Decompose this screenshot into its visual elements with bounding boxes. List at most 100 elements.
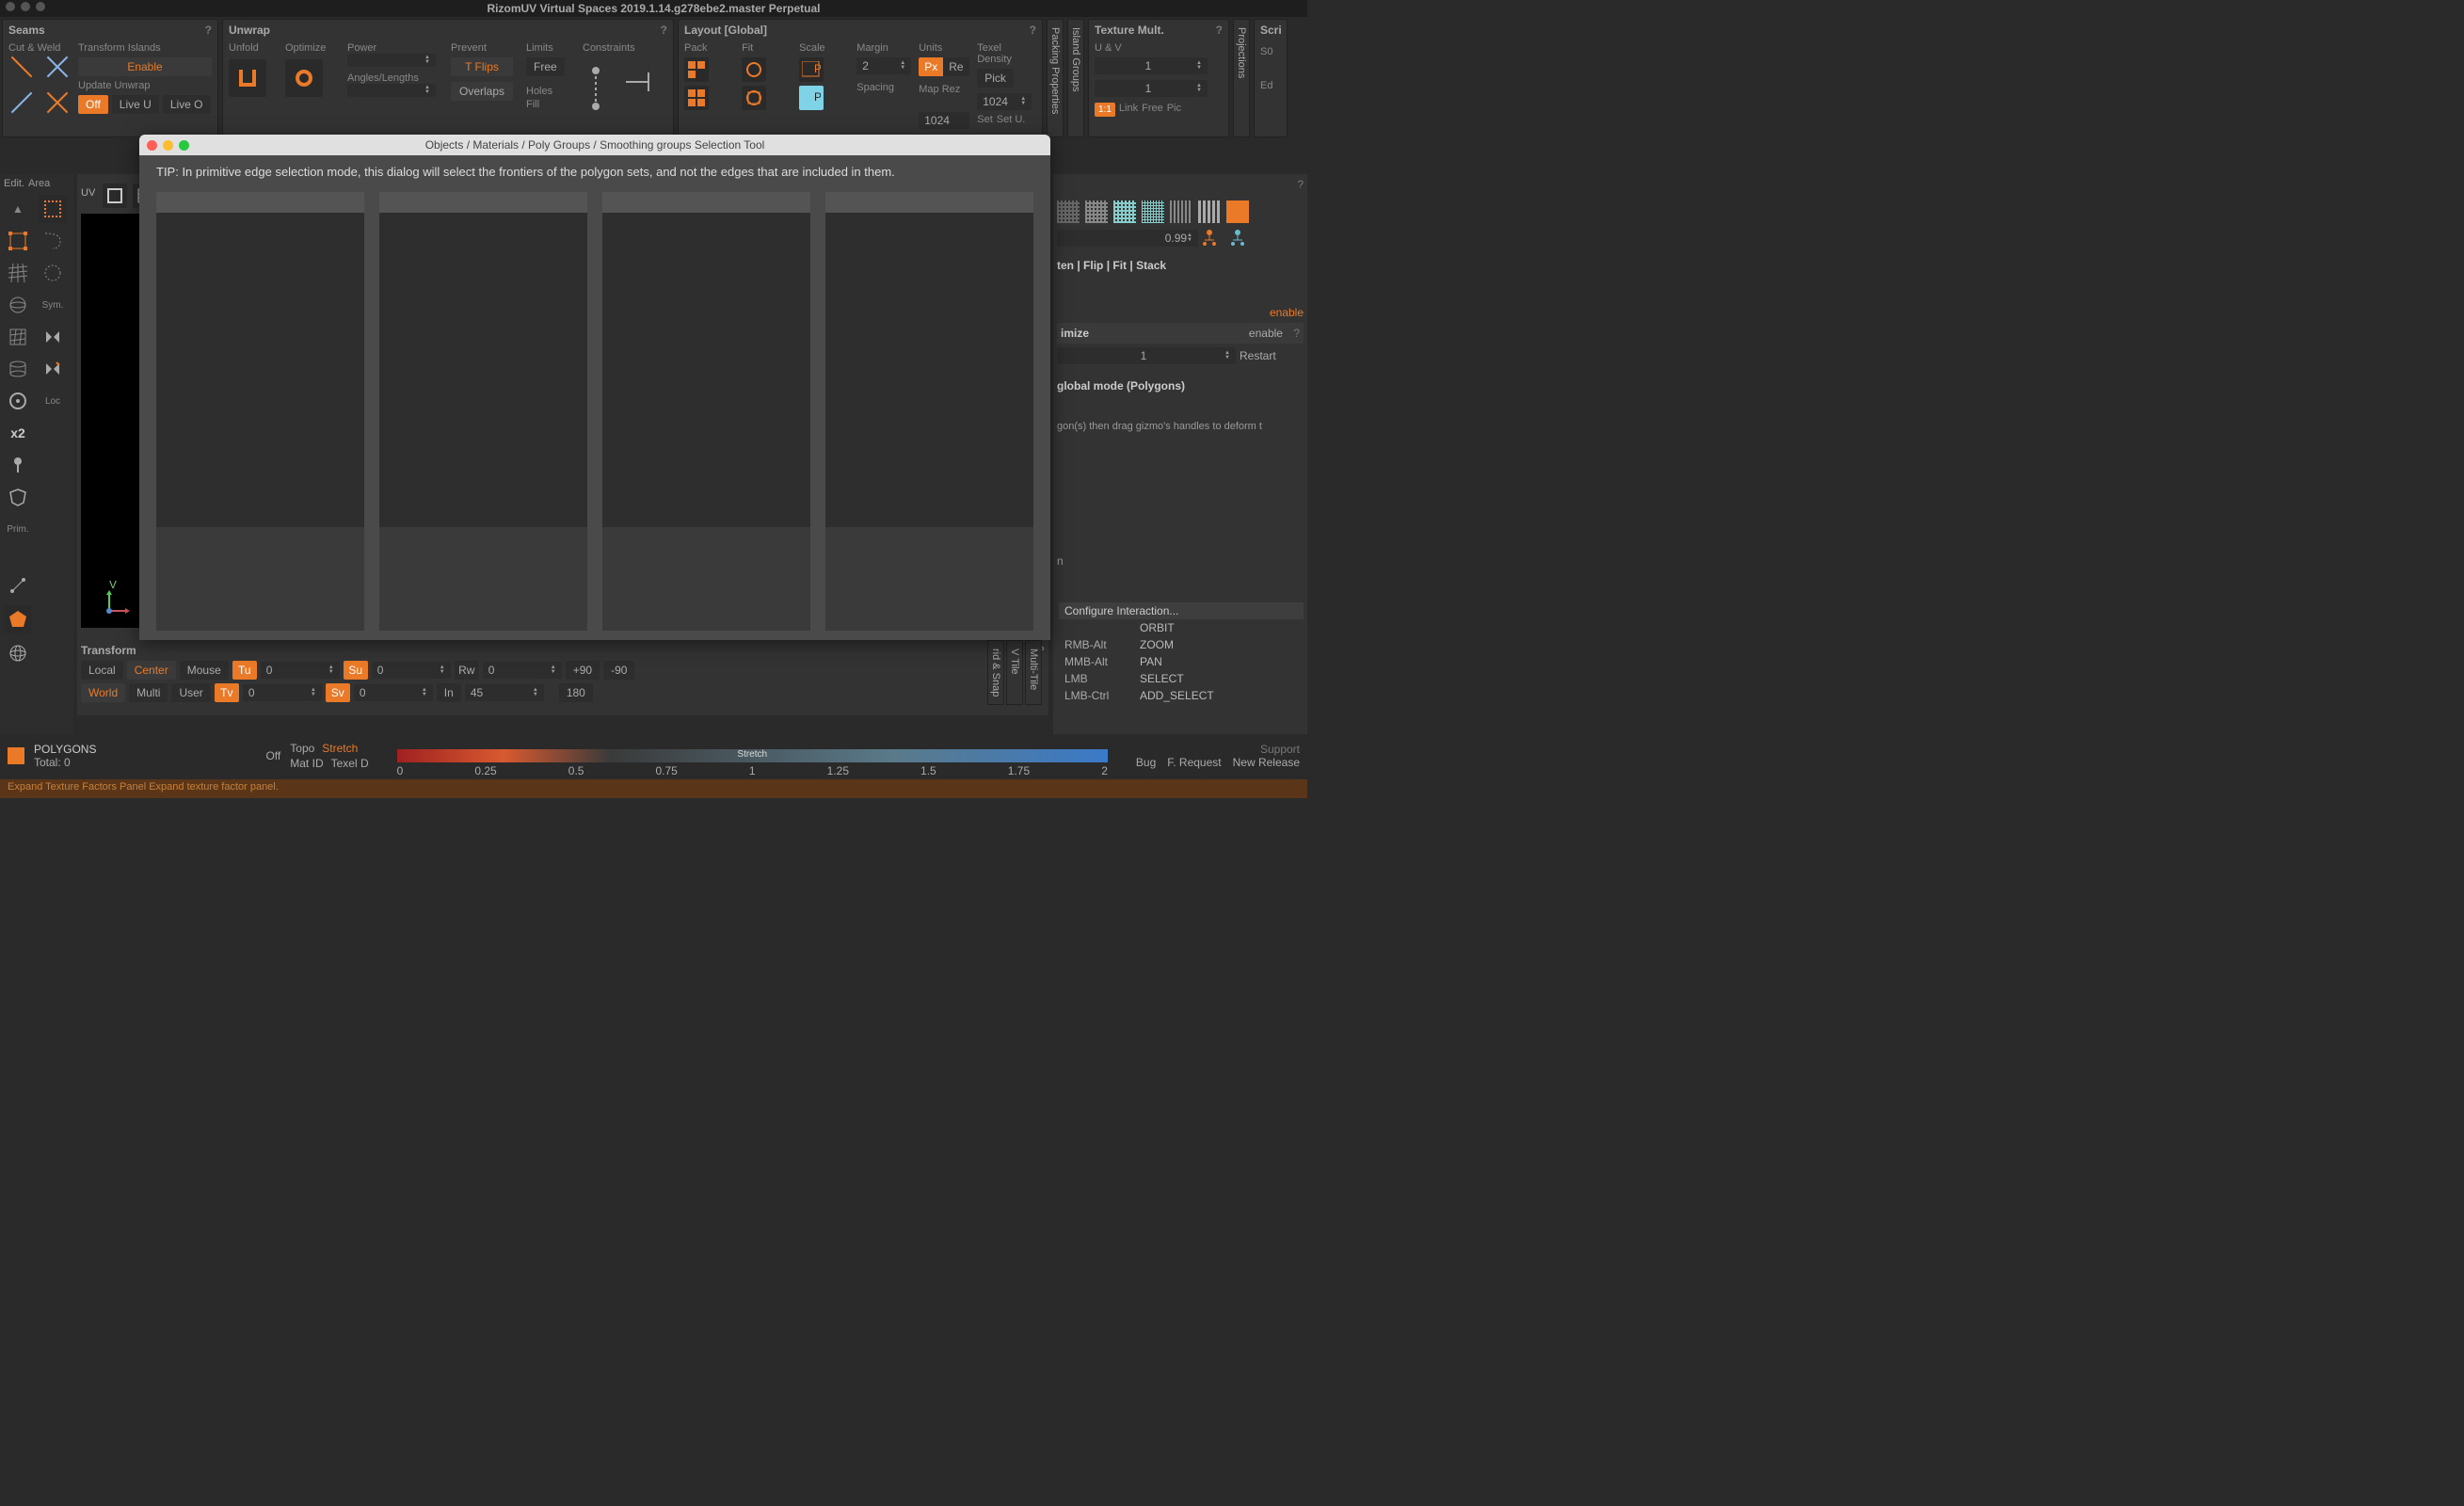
pack-icon-1[interactable] <box>684 57 709 82</box>
tool-transform[interactable] <box>4 227 32 255</box>
pick-button[interactable]: Pick <box>977 69 1014 88</box>
weld-icon-2[interactable] <box>44 89 71 116</box>
grid-swatch-4[interactable] <box>1142 200 1164 223</box>
cut-icon-1[interactable] <box>8 54 35 80</box>
pack-icon-2[interactable] <box>684 86 709 110</box>
multi-button[interactable]: Multi <box>129 683 168 702</box>
grid-swatch-3[interactable] <box>1113 200 1136 223</box>
tool-prim[interactable]: Prim. <box>4 515 32 543</box>
ed-label[interactable]: Ed <box>1260 80 1281 91</box>
su-button[interactable]: Su <box>344 661 368 680</box>
fit-icon-2[interactable] <box>742 86 766 110</box>
help-icon[interactable]: ? <box>1297 178 1304 191</box>
dialog-titlebar[interactable]: Objects / Materials / Poly Groups / Smoo… <box>139 135 1050 155</box>
vtab-packing[interactable]: Packing Properties <box>1047 19 1064 137</box>
live-o-button[interactable]: Live O <box>163 95 211 114</box>
bug-link[interactable]: Bug <box>1136 756 1156 769</box>
constraints-icon[interactable] <box>583 54 658 120</box>
tu-button[interactable]: Tu <box>232 661 257 680</box>
dialog-column-polygroups[interactable] <box>602 192 810 631</box>
tool-sym[interactable]: Sym. <box>39 291 67 319</box>
help-icon[interactable]: ? <box>205 24 212 37</box>
one-one-button[interactable]: 1:1 <box>1095 103 1115 117</box>
world-button[interactable]: World <box>81 683 125 702</box>
vtab-grid-snap[interactable]: rid & Snap <box>987 640 1004 705</box>
local-button[interactable]: Local <box>81 661 123 680</box>
power-field[interactable]: ▲▼ <box>347 54 436 67</box>
grid-swatch-7[interactable] <box>1226 200 1249 223</box>
in-field[interactable]: 45▲▼ <box>465 684 544 701</box>
enable-button[interactable]: Enable <box>78 57 212 76</box>
free-button[interactable]: Free <box>526 57 565 76</box>
tool-line[interactable] <box>4 571 32 600</box>
tree-icons[interactable] <box>1202 227 1258 249</box>
m90-button[interactable]: -90 <box>603 661 634 680</box>
link-button[interactable]: Link <box>1119 103 1138 117</box>
rp-num-field[interactable]: 0.99▲▼ <box>1057 230 1198 247</box>
tool-flip-v[interactable] <box>39 355 67 383</box>
topo-button[interactable]: Topo <box>290 742 314 755</box>
in-button[interactable]: In <box>437 683 461 702</box>
unfold-icon[interactable] <box>229 59 266 97</box>
vtab-uv-tile[interactable]: V Tile <box>1006 640 1023 705</box>
off-button[interactable]: Off <box>265 749 280 762</box>
tool-circle[interactable] <box>39 259 67 287</box>
grid-swatch-6[interactable] <box>1198 200 1221 223</box>
edit-tab[interactable]: Edit. <box>4 178 24 189</box>
center-button[interactable]: Center <box>127 661 176 680</box>
grid-swatch-5[interactable] <box>1170 200 1192 223</box>
scale-icon-1[interactable]: P <box>799 57 824 82</box>
t-flips-button[interactable]: T Flips <box>451 57 513 76</box>
tex-val2-field[interactable]: 1▲▼ <box>1095 80 1208 97</box>
help-icon[interactable]: ? <box>1216 24 1223 37</box>
frequest-link[interactable]: F. Request <box>1167 756 1221 769</box>
tool-loc[interactable]: Loc <box>39 387 67 415</box>
tool-target[interactable] <box>4 387 32 415</box>
p90-button[interactable]: +90 <box>566 661 600 680</box>
user-button[interactable]: User <box>171 683 210 702</box>
rw-field[interactable]: 0▲▼ <box>483 662 562 679</box>
rez2-field[interactable]: 1024 <box>919 112 969 129</box>
off-button[interactable]: Off <box>78 95 108 114</box>
tool-marquee[interactable] <box>39 195 67 223</box>
tex-free-button[interactable]: Free <box>1142 103 1163 117</box>
tool-sphere[interactable] <box>4 291 32 319</box>
uv-icon-1[interactable] <box>103 184 127 208</box>
margin-field[interactable]: 2▲▼ <box>856 57 911 74</box>
configure-interaction[interactable]: Configure Interaction... <box>1064 604 1178 617</box>
dialog-column-materials[interactable] <box>379 192 587 631</box>
vtab-island-groups[interactable]: Island Groups <box>1067 19 1084 137</box>
window-controls[interactable] <box>6 2 45 11</box>
tool-mesh[interactable] <box>4 323 32 351</box>
gradient-bar[interactable]: Stretch <box>397 749 1108 762</box>
s0-label[interactable]: S0 <box>1260 46 1281 57</box>
pic-button[interactable]: Pic <box>1167 103 1181 117</box>
tool-pin[interactable] <box>4 451 32 479</box>
tv-button[interactable]: Tv <box>215 683 239 702</box>
cut-icon-2[interactable] <box>44 54 71 80</box>
set-u-label[interactable]: Set U. <box>997 114 1026 125</box>
area-tab[interactable]: Area <box>28 178 50 189</box>
help-icon[interactable]: ? <box>661 24 667 37</box>
enable2-link[interactable]: enable <box>1249 327 1283 340</box>
tex-val1-field[interactable]: 1▲▼ <box>1095 57 1208 74</box>
tool-poly[interactable] <box>4 605 32 633</box>
rw-button[interactable]: Rw <box>455 661 479 680</box>
su-field[interactable]: 0▲▼ <box>372 662 451 679</box>
live-u-button[interactable]: Live U <box>112 95 159 114</box>
enable-link[interactable]: enable <box>1270 306 1304 319</box>
r180-button[interactable]: 180 <box>559 683 593 702</box>
angles-field[interactable]: ▲▼ <box>347 84 436 97</box>
restart-field[interactable]: 1▲▼ <box>1057 347 1236 364</box>
tool-x2-icon[interactable]: x2 <box>4 419 32 447</box>
sv-button[interactable]: Sv <box>326 683 350 702</box>
help-icon[interactable]: ? <box>1030 24 1036 37</box>
tool-lasso[interactable] <box>39 227 67 255</box>
tool-pointer[interactable]: ▲ <box>4 195 32 223</box>
new-release-link[interactable]: New Release <box>1233 756 1300 769</box>
tool-grid[interactable] <box>4 259 32 287</box>
dialog-column-smoothing[interactable] <box>825 192 1033 631</box>
overlaps-button[interactable]: Overlaps <box>451 82 513 101</box>
vtab-projections[interactable]: Projections <box>1233 19 1250 137</box>
restart-button[interactable]: Restart <box>1240 349 1276 362</box>
